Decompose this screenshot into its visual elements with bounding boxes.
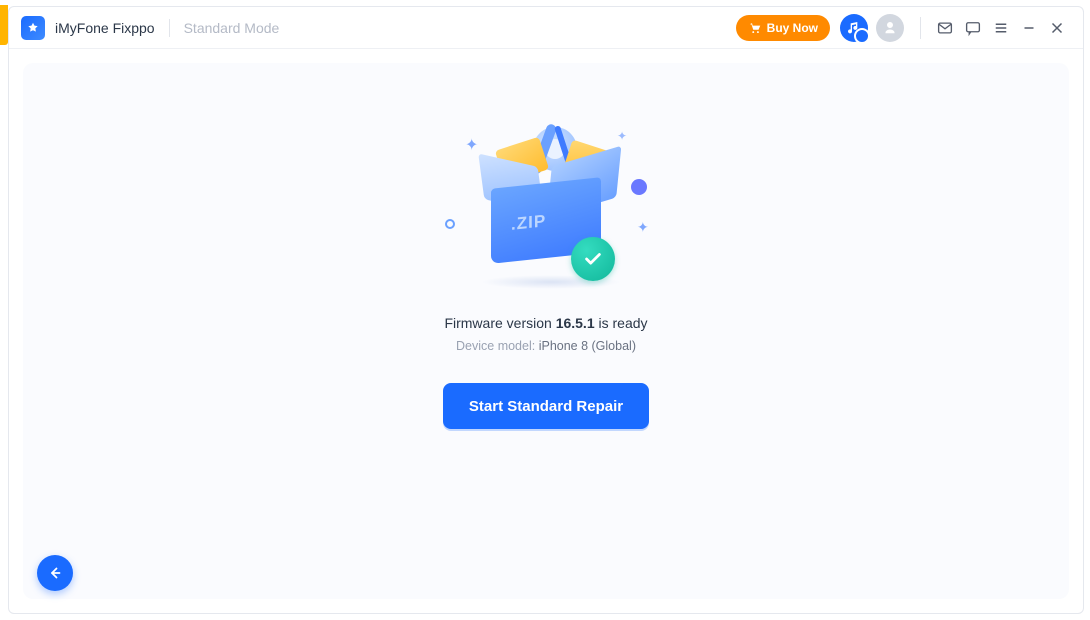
account-avatar-icon[interactable] bbox=[876, 14, 904, 42]
firmware-status-line: Firmware version 16.5.1 is ready bbox=[444, 315, 647, 331]
title-separator bbox=[169, 19, 170, 37]
app-window: iMyFone Fixppo Standard Mode Buy Now bbox=[8, 6, 1084, 614]
main-card: ✦ ✦ ✦ .ZIP Firmware vers bbox=[23, 63, 1069, 599]
firmware-suffix: is ready bbox=[595, 315, 648, 331]
mail-button[interactable] bbox=[931, 14, 959, 42]
menu-button[interactable] bbox=[987, 14, 1015, 42]
sparkle-icon: ✦ bbox=[617, 129, 627, 143]
minimize-button[interactable] bbox=[1015, 14, 1043, 42]
start-standard-repair-button[interactable]: Start Standard Repair bbox=[443, 383, 649, 429]
mail-icon bbox=[936, 19, 954, 37]
titlebar: iMyFone Fixppo Standard Mode Buy Now bbox=[9, 7, 1083, 49]
music-promo-icon[interactable] bbox=[840, 14, 868, 42]
sparkle-icon: ✦ bbox=[637, 219, 649, 236]
back-button[interactable] bbox=[37, 555, 73, 591]
app-logo-icon bbox=[21, 16, 45, 40]
firmware-version: 16.5.1 bbox=[556, 315, 595, 331]
hamburger-icon bbox=[992, 19, 1010, 37]
mode-label: Standard Mode bbox=[184, 20, 280, 36]
app-title: iMyFone Fixppo bbox=[55, 20, 155, 36]
buy-now-label: Buy Now bbox=[767, 21, 818, 35]
device-model-line: Device model: iPhone 8 (Global) bbox=[456, 339, 636, 353]
chat-icon bbox=[964, 19, 982, 37]
arrow-left-icon bbox=[46, 564, 64, 582]
minimize-icon bbox=[1020, 19, 1038, 37]
background-strip bbox=[0, 5, 8, 45]
device-model-value: iPhone 8 (Global) bbox=[539, 339, 636, 353]
firmware-prefix: Firmware version bbox=[444, 315, 555, 331]
zip-label: .ZIP bbox=[511, 211, 546, 235]
sparkle-icon: ✦ bbox=[465, 135, 478, 155]
success-check-icon bbox=[571, 237, 615, 281]
firmware-ready-illustration: ✦ ✦ ✦ .ZIP bbox=[441, 123, 651, 293]
content-area: ✦ ✦ ✦ .ZIP Firmware vers bbox=[9, 49, 1083, 613]
decorative-circle-icon bbox=[445, 219, 455, 229]
close-button[interactable] bbox=[1043, 14, 1071, 42]
titlebar-separator bbox=[920, 17, 921, 39]
feedback-button[interactable] bbox=[959, 14, 987, 42]
device-label: Device model: bbox=[456, 339, 539, 353]
buy-now-button[interactable]: Buy Now bbox=[736, 15, 830, 41]
decorative-dot-icon bbox=[631, 179, 647, 195]
close-icon bbox=[1048, 19, 1066, 37]
cart-icon bbox=[748, 21, 762, 35]
